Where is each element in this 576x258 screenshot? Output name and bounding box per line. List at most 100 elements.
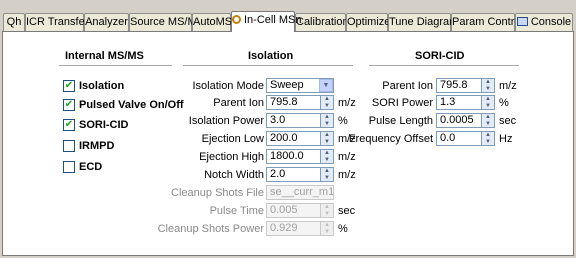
notch-width-input[interactable]: 2.0 [266, 167, 321, 182]
sori-cid-section-title: SORI-CID [415, 50, 465, 62]
field-value: 795.8 [270, 96, 298, 108]
chevron-down-icon[interactable]: ▼ [319, 79, 333, 92]
isolation-power-label: Isolation Power [188, 115, 264, 127]
irmpd-checkbox[interactable] [63, 140, 75, 152]
field-value: 200.0 [270, 132, 298, 144]
tab-label: Console [530, 16, 572, 28]
isolation-parent-ion-spinner[interactable]: ▲ ▼ [320, 95, 334, 110]
spin-down-icon[interactable]: ▼ [482, 139, 494, 146]
sori-cid-separator [369, 65, 519, 67]
cleanup-shots-power-unit: % [338, 223, 348, 235]
sori-cid-checkbox-row[interactable]: ✔ SORI-CID [63, 118, 129, 132]
isolation-power-input[interactable]: 3.0 [266, 113, 321, 128]
tab-console[interactable]: Console [515, 13, 573, 31]
tab-optimize[interactable]: Optimize [346, 13, 391, 31]
pulse-time-spinner[interactable]: ▲ ▼ [320, 203, 334, 218]
sori-parent-ion-spinner[interactable]: ▲ ▼ [481, 78, 495, 93]
spin-down-icon[interactable]: ▼ [321, 211, 333, 218]
spin-down-icon[interactable]: ▼ [321, 139, 333, 146]
in-cell-msn-panel: Internal MS/MS ✔ Isolation ✔ Pulsed Valv… [2, 31, 574, 256]
spin-down-icon[interactable]: ▼ [321, 157, 333, 164]
tab-in-cell-msn[interactable]: In-Cell MSn [231, 11, 301, 32]
frequency-offset-spinner[interactable]: ▲ ▼ [481, 131, 495, 146]
notch-width-spinner[interactable]: ▲ ▼ [320, 167, 334, 182]
pulse-time-input[interactable]: 0.005 [266, 203, 321, 218]
tab-source-msms[interactable]: Source MS/MS [129, 13, 204, 31]
tab-label: Analyzer [85, 16, 128, 28]
pulse-length-spinner[interactable]: ▲ ▼ [481, 113, 495, 128]
ejection-low-spinner[interactable]: ▲ ▼ [320, 131, 334, 146]
tab-automs[interactable]: AutoMS [192, 13, 233, 31]
ejection-high-unit: m/z [338, 151, 356, 163]
pulse-length-input[interactable]: 0.0005 [436, 113, 482, 128]
notch-width-unit: m/z [338, 169, 356, 181]
irmpd-checkbox-row[interactable]: IRMPD [63, 139, 114, 153]
spin-down-icon[interactable]: ▼ [482, 86, 494, 93]
sori-cid-checkbox[interactable]: ✔ [63, 119, 75, 131]
spin-down-icon[interactable]: ▼ [482, 121, 494, 128]
pulsed-valve-checkbox[interactable]: ✔ [63, 99, 75, 111]
ejection-high-label: Ejection High [199, 151, 264, 163]
ejection-low-label: Ejection Low [201, 133, 264, 145]
field-value: 3.0 [270, 114, 286, 126]
cleanup-shots-file-input[interactable]: se__curr_m1 [266, 185, 334, 200]
spin-down-icon[interactable]: ▼ [482, 103, 494, 110]
isolation-section-title: Isolation [248, 50, 294, 62]
internal-msms-separator [59, 65, 172, 67]
notch-width-label: Notch Width [204, 169, 264, 181]
pulse-time-unit: sec [338, 205, 356, 217]
frequency-offset-unit: Hz [499, 133, 513, 145]
internal-msms-title: Internal MS/MS [65, 50, 144, 62]
pulse-length-label: Pulse Length [368, 115, 433, 127]
field-value: 2.0 [270, 168, 286, 180]
isolation-mode-label: Isolation Mode [192, 80, 264, 92]
tab-qh[interactable]: Qh [3, 13, 25, 31]
ejection-low-input[interactable]: 200.0 [266, 131, 321, 146]
irmpd-checkbox-label: IRMPD [79, 140, 115, 152]
field-value: 1.3 [440, 96, 456, 108]
tab-label: Tune Diagram [389, 16, 459, 28]
tab-icr-transfer[interactable]: ICR Transfer [25, 13, 88, 31]
sori-power-input[interactable]: 1.3 [436, 95, 482, 110]
tab-label: AutoMS [193, 16, 233, 28]
cleanup-shots-power-input[interactable]: 0.929 [266, 221, 321, 236]
tab-label: In-Cell MSn [244, 14, 302, 26]
spin-down-icon[interactable]: ▼ [321, 103, 333, 110]
ejection-high-input[interactable]: 1800.0 [266, 149, 321, 164]
cleanup-shots-file-label: Cleanup Shots File [171, 187, 264, 199]
tab-label: Calibration [296, 16, 349, 28]
sori-parent-ion-unit: m/z [499, 80, 517, 92]
ecd-checkbox-label: ECD [79, 161, 103, 173]
cleanup-shots-power-spinner[interactable]: ▲ ▼ [320, 221, 334, 236]
field-value: 0.0 [440, 132, 456, 144]
tab-calibration[interactable]: Calibration [295, 13, 349, 31]
spin-down-icon[interactable]: ▼ [321, 175, 333, 182]
field-value: 1800.0 [270, 150, 304, 162]
ejection-high-spinner[interactable]: ▲ ▼ [320, 149, 334, 164]
sori-parent-ion-input[interactable]: 795.8 [436, 78, 482, 93]
sori-power-label: SORI Power [371, 97, 433, 109]
isolation-parent-ion-input[interactable]: 795.8 [266, 95, 321, 110]
pulse-length-unit: sec [499, 115, 517, 127]
tab-label: ICR Transfer [26, 16, 89, 28]
tab-param-control[interactable]: Param Control [451, 13, 523, 31]
isolation-power-spinner[interactable]: ▲ ▼ [320, 113, 334, 128]
sori-power-unit: % [499, 97, 509, 109]
field-value: 0.0005 [440, 114, 474, 126]
tab-tune-diagram[interactable]: Tune Diagram [388, 13, 458, 31]
cleanup-shots-power-label: Cleanup Shots Power [157, 223, 264, 235]
spin-down-icon[interactable]: ▼ [321, 121, 333, 128]
tab-analyzer[interactable]: Analyzer [84, 13, 129, 31]
sori-power-spinner[interactable]: ▲ ▼ [481, 95, 495, 110]
isolation-checkbox[interactable]: ✔ [63, 80, 75, 92]
tab-label: Qh [6, 16, 22, 28]
field-value: 0.929 [270, 222, 298, 234]
ecd-checkbox[interactable] [63, 161, 75, 173]
isolation-mode-value: Sweep [270, 79, 304, 91]
isolation-checkbox-row[interactable]: ✔ Isolation [63, 79, 124, 93]
pulse-time-label: Pulse Time [209, 205, 264, 217]
frequency-offset-input[interactable]: 0.0 [436, 131, 482, 146]
spin-down-icon[interactable]: ▼ [321, 229, 333, 236]
tab-label: Optimize [347, 16, 391, 28]
ecd-checkbox-row[interactable]: ECD [63, 160, 102, 174]
